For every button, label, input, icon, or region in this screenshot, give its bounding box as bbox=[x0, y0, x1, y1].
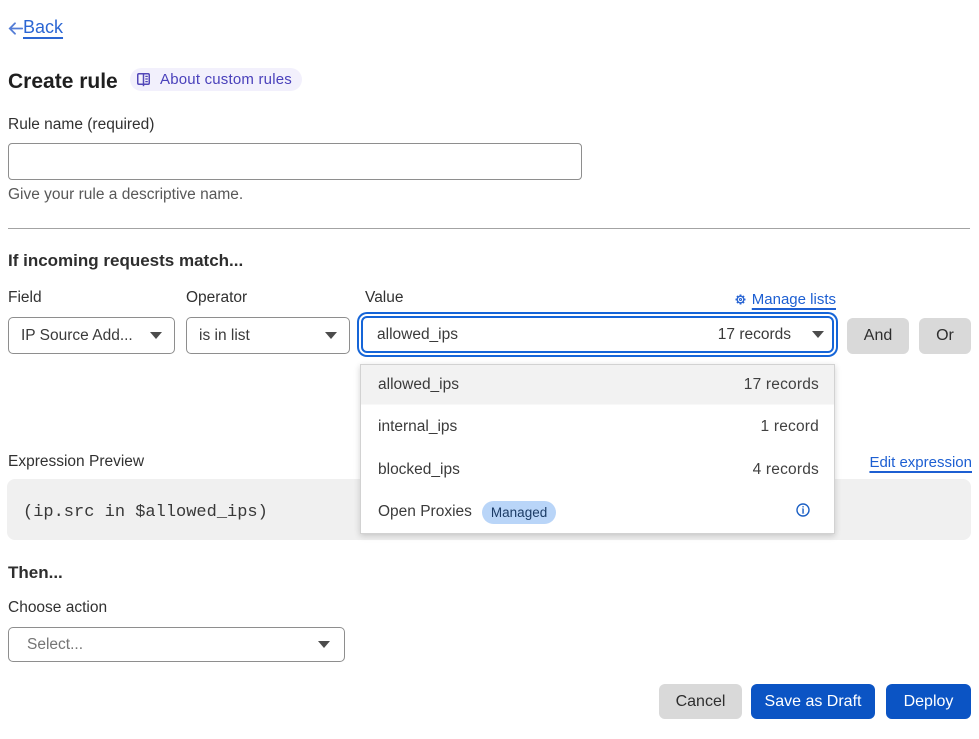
svg-text:i: i bbox=[802, 506, 805, 517]
